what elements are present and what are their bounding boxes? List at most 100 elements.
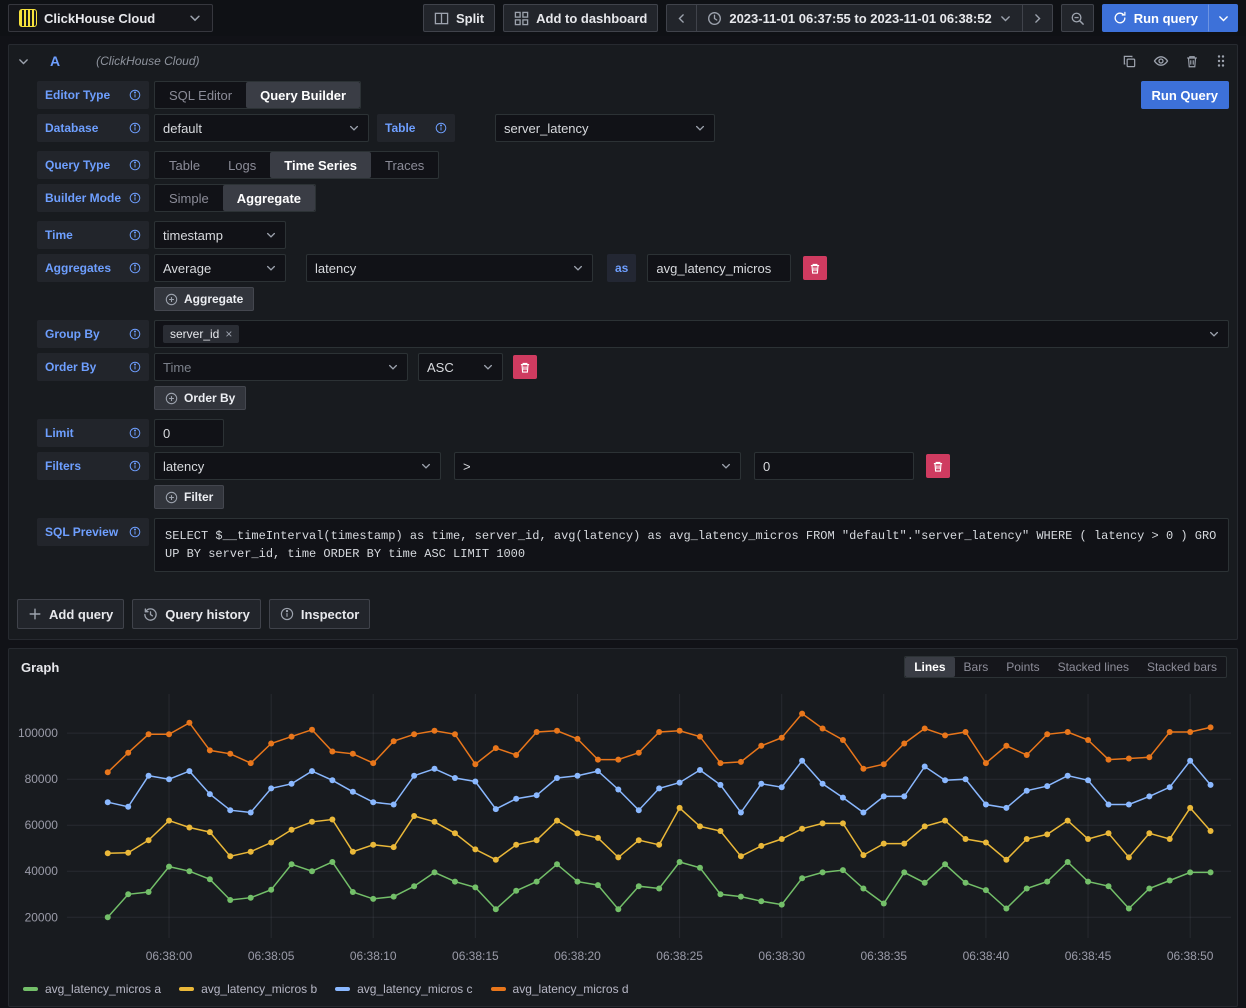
data-point[interactable] (452, 830, 458, 836)
data-point[interactable] (738, 894, 744, 900)
data-point[interactable] (901, 869, 907, 875)
data-point[interactable] (860, 810, 866, 816)
data-point[interactable] (411, 813, 417, 819)
data-point[interactable] (1167, 836, 1173, 842)
data-point[interactable] (105, 799, 111, 805)
table-select[interactable]: server_latency (495, 114, 715, 142)
aggregate-column-select[interactable]: latency (306, 254, 593, 282)
data-point[interactable] (1044, 783, 1050, 789)
info-icon[interactable] (129, 229, 141, 241)
data-point[interactable] (452, 775, 458, 781)
data-point[interactable] (636, 837, 642, 843)
data-point[interactable] (677, 805, 683, 811)
data-point[interactable] (1024, 752, 1030, 758)
data-point[interactable] (166, 864, 172, 870)
duplicate-query-icon[interactable] (1122, 54, 1137, 69)
filter-value-input[interactable] (763, 459, 905, 474)
data-point[interactable] (309, 727, 315, 733)
data-point[interactable] (207, 876, 213, 882)
data-point[interactable] (779, 902, 785, 908)
data-point[interactable] (1065, 729, 1071, 735)
add-to-dashboard-button[interactable]: Add to dashboard (503, 4, 658, 32)
data-point[interactable] (268, 840, 274, 846)
data-point[interactable] (329, 817, 335, 823)
data-point[interactable] (329, 777, 335, 783)
data-point[interactable] (1146, 886, 1152, 892)
data-point[interactable] (881, 901, 887, 907)
data-point[interactable] (656, 729, 662, 735)
info-icon[interactable] (129, 122, 141, 134)
aggregate-alias-input[interactable] (656, 261, 782, 276)
query-history-button[interactable]: Query history (132, 599, 261, 629)
data-point[interactable] (350, 789, 356, 795)
data-point[interactable] (942, 818, 948, 824)
drag-handle-icon[interactable] (1215, 54, 1227, 68)
data-point[interactable] (1146, 793, 1152, 799)
data-point[interactable] (329, 749, 335, 755)
panel-run-query-button[interactable]: Run Query (1141, 81, 1229, 109)
data-point[interactable] (677, 728, 683, 734)
data-point[interactable] (799, 711, 805, 717)
data-point[interactable] (125, 891, 131, 897)
editor-type-option-sql-editor[interactable]: SQL Editor (155, 82, 246, 108)
data-point[interactable] (1208, 828, 1214, 834)
data-point[interactable] (615, 787, 621, 793)
collapse-chevron-icon[interactable] (17, 55, 30, 68)
data-point[interactable] (1208, 869, 1214, 875)
data-point[interactable] (738, 810, 744, 816)
data-point[interactable] (860, 886, 866, 892)
data-point[interactable] (350, 849, 356, 855)
group-by-multiselect[interactable]: server_id × (154, 320, 1229, 348)
data-point[interactable] (391, 894, 397, 900)
data-point[interactable] (595, 835, 601, 841)
info-icon[interactable] (129, 328, 141, 340)
data-point[interactable] (983, 840, 989, 846)
data-point[interactable] (1003, 805, 1009, 811)
data-point[interactable] (615, 906, 621, 912)
data-point[interactable] (513, 752, 519, 758)
data-point[interactable] (207, 791, 213, 797)
data-point[interactable] (289, 734, 295, 740)
data-point[interactable] (1187, 729, 1193, 735)
data-point[interactable] (309, 819, 315, 825)
data-point[interactable] (432, 766, 438, 772)
data-point[interactable] (146, 837, 152, 843)
data-point[interactable] (432, 819, 438, 825)
data-point[interactable] (697, 865, 703, 871)
data-point[interactable] (636, 883, 642, 889)
data-point[interactable] (472, 761, 478, 767)
data-point[interactable] (820, 781, 826, 787)
data-point[interactable] (1003, 857, 1009, 863)
graph-style-lines[interactable]: Lines (905, 657, 954, 677)
data-point[interactable] (248, 810, 254, 816)
data-point[interactable] (227, 853, 233, 859)
data-point[interactable] (758, 843, 764, 849)
data-point[interactable] (758, 898, 764, 904)
data-point[interactable] (1208, 724, 1214, 730)
data-point[interactable] (738, 759, 744, 765)
data-point[interactable] (513, 796, 519, 802)
data-point[interactable] (840, 820, 846, 826)
time-series-chart[interactable]: 2000040000600008000010000006:38:0006:38:… (9, 680, 1237, 980)
data-point[interactable] (636, 750, 642, 756)
remove-order-by-button[interactable] (513, 355, 537, 379)
data-point[interactable] (595, 768, 601, 774)
data-point[interactable] (268, 887, 274, 893)
data-point[interactable] (758, 781, 764, 787)
data-point[interactable] (432, 728, 438, 734)
order-by-field-select[interactable]: Time (154, 353, 408, 381)
data-point[interactable] (554, 728, 560, 734)
legend-item-avg_latency_micros-d[interactable]: avg_latency_micros d (491, 982, 629, 996)
data-point[interactable] (574, 830, 580, 836)
data-point[interactable] (636, 807, 642, 813)
data-point[interactable] (595, 882, 601, 888)
data-point[interactable] (350, 751, 356, 757)
info-icon[interactable] (129, 159, 141, 171)
data-point[interactable] (411, 773, 417, 779)
data-point[interactable] (1126, 854, 1132, 860)
data-point[interactable] (779, 784, 785, 790)
info-icon[interactable] (129, 89, 141, 101)
data-point[interactable] (697, 767, 703, 773)
data-point[interactable] (289, 861, 295, 867)
data-point[interactable] (125, 750, 131, 756)
